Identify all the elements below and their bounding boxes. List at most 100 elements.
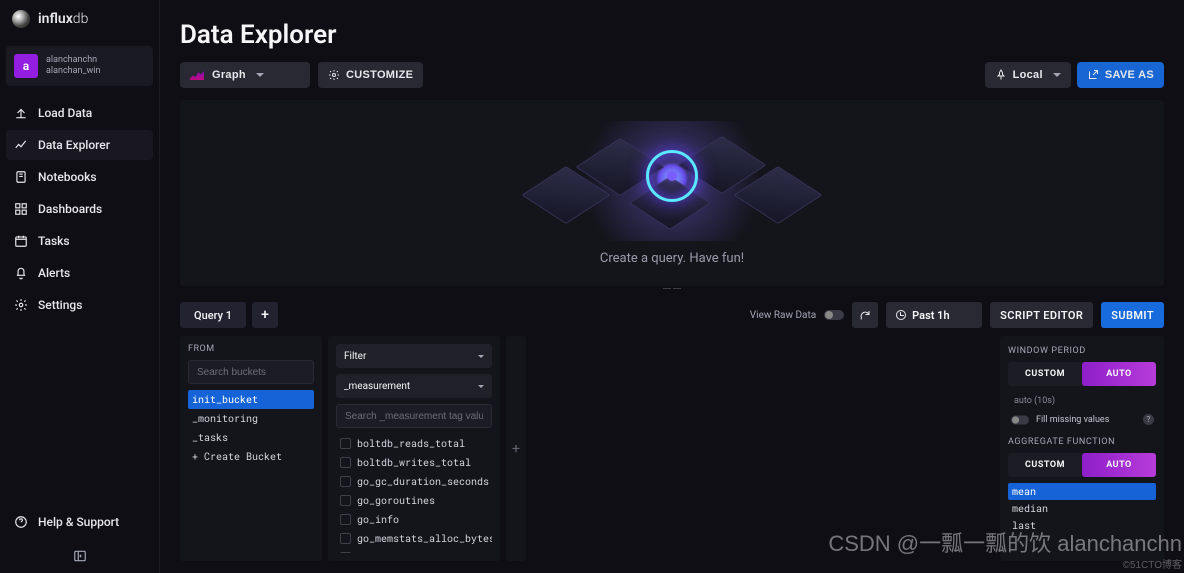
measurement-item[interactable]: go_gc_duration_seconds [336, 472, 492, 491]
pin-icon [995, 69, 1007, 81]
raw-data-toggle[interactable] [824, 310, 844, 320]
bucket-list: init_bucket _monitoring _tasks + Create … [188, 390, 314, 553]
aggregate-item[interactable]: median [1008, 500, 1156, 517]
bucket-item[interactable]: _monitoring [188, 409, 314, 428]
aggregate-custom-button[interactable]: CUSTOM [1008, 453, 1082, 477]
empty-illustration [522, 121, 822, 241]
fill-missing-toggle[interactable] [1011, 415, 1029, 424]
user-tile[interactable]: a alanchanchn alanchan_win [6, 46, 153, 86]
bell-icon [14, 266, 28, 280]
measurement-item[interactable]: go_memstats_alloc_bytes_total [336, 548, 492, 553]
window-auto-button[interactable]: AUTO [1082, 362, 1156, 386]
grid-icon [14, 202, 28, 216]
nav-label: Settings [38, 298, 82, 312]
from-label: FROM [188, 344, 314, 354]
sidebar: influxdb a alanchanchn alanchan_win Load… [0, 0, 160, 573]
measurement-item[interactable]: go_goroutines [336, 491, 492, 510]
aggregate-function-list: mean median last [1008, 483, 1156, 553]
help-icon[interactable]: ? [1143, 414, 1154, 425]
create-bucket-item[interactable]: + Create Bucket [188, 447, 314, 466]
sidebar-item-notebooks[interactable]: Notebooks [6, 162, 153, 192]
measurement-list: boltdb_reads_total boltdb_writes_total g… [336, 434, 492, 553]
nav-label: Tasks [38, 234, 70, 248]
avatar: a [14, 54, 38, 78]
measurement-item[interactable]: boltdb_reads_total [336, 434, 492, 453]
measurement-item[interactable]: go_info [336, 510, 492, 529]
measurement-item[interactable]: go_memstats_alloc_bytes [336, 529, 492, 548]
add-filter-button[interactable]: + [506, 336, 526, 561]
time-range-label: Past 1h [912, 309, 949, 322]
nav-label: Notebooks [38, 170, 97, 184]
submit-button[interactable]: SUBMIT [1101, 302, 1164, 328]
upload-icon [14, 106, 28, 120]
filter-key-label: _measurement [344, 381, 410, 392]
main: Data Explorer Graph CUSTOMIZE Local SAVE… [160, 0, 1184, 573]
bucket-search-input[interactable] [188, 360, 314, 384]
aggregate-toggle: CUSTOM AUTO [1008, 453, 1156, 477]
filter-panel: Filter _measurement boltdb_reads_total b… [328, 336, 500, 561]
filter-key-dropdown[interactable]: _measurement [336, 374, 492, 398]
window-period-toggle: CUSTOM AUTO [1008, 362, 1156, 386]
viz-type-label: Graph [212, 69, 246, 81]
time-range-dropdown[interactable]: Past 1h [886, 302, 982, 328]
bucket-item[interactable]: init_bucket [188, 390, 314, 409]
measurement-search-input[interactable] [336, 404, 492, 428]
aggregate-item[interactable]: mean [1008, 483, 1156, 500]
resize-handle[interactable] [660, 288, 684, 292]
export-icon [1087, 69, 1099, 81]
sidebar-item-dashboards[interactable]: Dashboards [6, 194, 153, 224]
sidebar-item-tasks[interactable]: Tasks [6, 226, 153, 256]
timezone-dropdown[interactable]: Local [985, 62, 1071, 88]
clock-icon [896, 310, 906, 320]
auto-period-value: auto (10s) [1008, 392, 1156, 410]
user-names: alanchanchn alanchan_win [46, 55, 100, 77]
visualization-area: Create a query. Have fun! [180, 100, 1164, 286]
refresh-button[interactable] [852, 302, 878, 328]
graph-icon [190, 70, 204, 80]
sidebar-item-load-data[interactable]: Load Data [6, 98, 153, 128]
gear-icon [328, 69, 340, 81]
nav-label: Dashboards [38, 202, 102, 216]
measurement-item[interactable]: boltdb_writes_total [336, 453, 492, 472]
window-custom-button[interactable]: CUSTOM [1008, 362, 1082, 386]
raw-data-label: View Raw Data [750, 310, 816, 321]
viz-type-dropdown[interactable]: Graph [180, 62, 310, 88]
logo-text: influxdb [38, 11, 88, 27]
aggregate-auto-button[interactable]: AUTO [1082, 453, 1156, 477]
functions-panel: WINDOW PERIOD CUSTOM AUTO auto (10s) Fil… [1000, 336, 1164, 561]
save-as-label: SAVE AS [1105, 69, 1154, 81]
aggregate-item[interactable]: last [1008, 517, 1156, 534]
timezone-label: Local [1013, 69, 1043, 81]
calendar-icon [14, 234, 28, 248]
empty-text: Create a query. Have fun! [522, 251, 822, 266]
logo[interactable]: influxdb [0, 0, 159, 38]
gear-icon [14, 298, 28, 312]
script-editor-button[interactable]: SCRIPT EDITOR [990, 302, 1093, 328]
query-tab-1[interactable]: Query 1 [180, 302, 246, 328]
nav-label: Alerts [38, 266, 70, 280]
sidebar-item-help[interactable]: Help & Support [0, 505, 159, 539]
customize-button[interactable]: CUSTOMIZE [318, 62, 423, 88]
customize-label: CUSTOMIZE [346, 69, 413, 81]
from-panel: FROM init_bucket _monitoring _tasks + Cr… [180, 336, 322, 561]
save-as-button[interactable]: SAVE AS [1077, 62, 1164, 88]
page-title: Data Explorer [180, 20, 336, 50]
filter-type-dropdown[interactable]: Filter [336, 344, 492, 368]
nav-label: Data Explorer [38, 138, 110, 152]
nav: Load Data Data Explorer Notebooks Dashbo… [0, 94, 159, 324]
sidebar-item-alerts[interactable]: Alerts [6, 258, 153, 288]
nav-label: Load Data [38, 106, 92, 120]
sidebar-item-settings[interactable]: Settings [6, 290, 153, 320]
logo-icon [12, 10, 30, 28]
help-icon [14, 515, 28, 529]
collapse-sidebar-button[interactable] [0, 539, 159, 573]
bucket-item[interactable]: _tasks [188, 428, 314, 447]
fill-missing-label: Fill missing values [1036, 415, 1109, 425]
filter-type-label: Filter [344, 351, 366, 362]
nav-label: Help & Support [38, 515, 119, 529]
chart-icon [14, 138, 28, 152]
window-period-label: WINDOW PERIOD [1008, 346, 1156, 356]
sidebar-item-data-explorer[interactable]: Data Explorer [6, 130, 153, 160]
aggregate-label: AGGREGATE FUNCTION [1008, 437, 1156, 447]
add-query-button[interactable]: + [252, 302, 278, 328]
